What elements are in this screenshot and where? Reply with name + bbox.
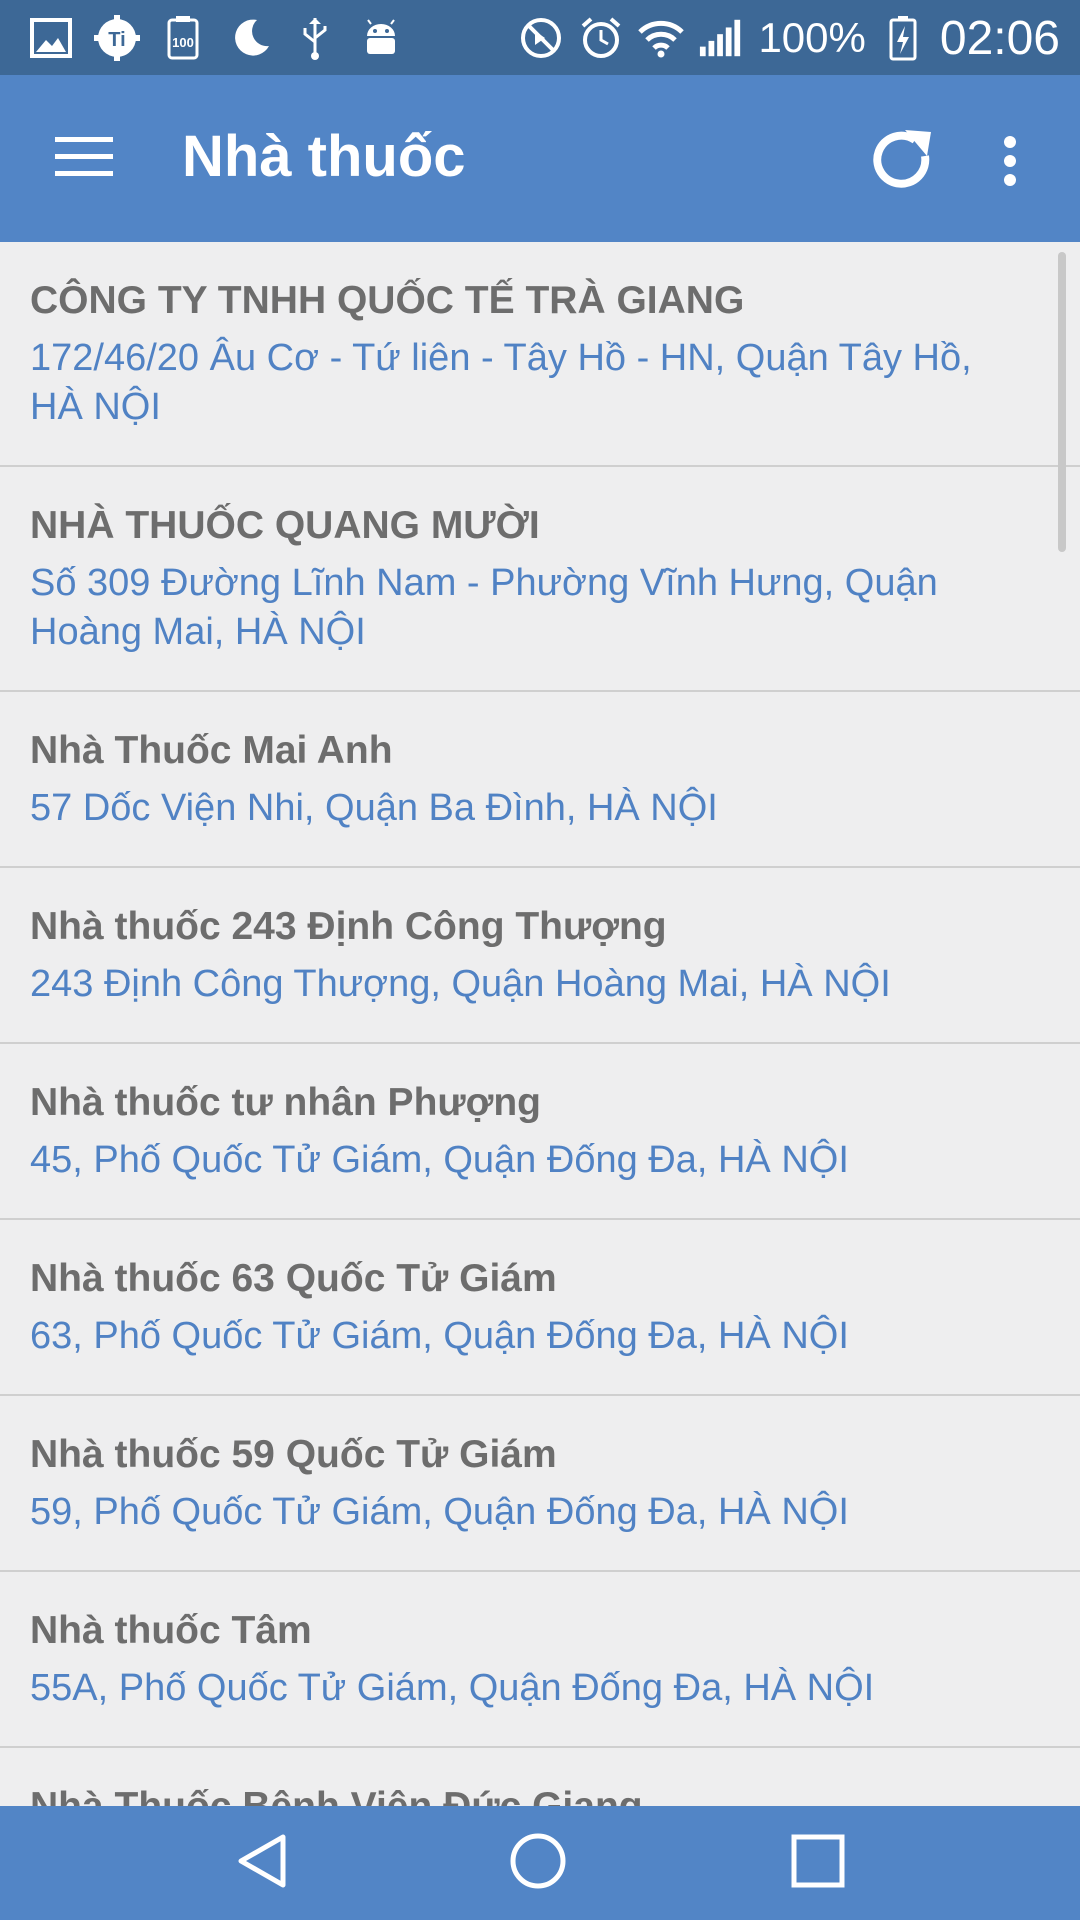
pharmacy-address: 57 Dốc Viện Nhi, Quận Ba Đình, HÀ NỘI (30, 787, 718, 829)
pharmacy-address: 172/46/20 Âu Cơ - Tứ liên - Tây Hồ - HN,… (30, 337, 972, 428)
pharmacy-name: Nhà thuốc 59 Quốc Tử Giám (30, 1433, 557, 1476)
battery-percent: 100% (758, 14, 866, 61)
storage-100-icon: 100 (160, 15, 206, 61)
back-icon (235, 1833, 289, 1894)
scrollbar[interactable] (1058, 252, 1066, 552)
list-item[interactable]: Nhà thuốc 59 Quốc Tử Giám 59, Phố Quốc T… (0, 1396, 1080, 1572)
app-bar: Nhà thuốc (0, 75, 1080, 242)
image-icon (28, 15, 74, 61)
wifi-icon (638, 15, 685, 61)
back-button[interactable] (212, 1821, 312, 1905)
list-item[interactable]: CÔNG TY TNHH QUỐC TẾ TRÀ GIANG 172/46/20… (0, 242, 1080, 467)
notification-icons: Ti 100 (28, 10, 404, 65)
hamburger-menu-icon (55, 135, 113, 184)
recents-button[interactable] (768, 1821, 868, 1905)
more-vertical-icon (1003, 135, 1017, 192)
pharmacy-address: 63, Phố Quốc Tử Giám, Quận Đống Đa, HÀ N… (30, 1315, 849, 1357)
navigation-bar (0, 1806, 1080, 1920)
pharmacy-name: Nhà thuốc 243 Định Công Thượng (30, 905, 667, 948)
ti-app-icon: Ti (94, 14, 140, 61)
battery-charging-icon (880, 15, 926, 61)
list-item[interactable]: NHÀ THUỐC QUANG MƯỜI Số 309 Đường Lĩnh N… (0, 467, 1080, 692)
pharmacy-name: Nhà Thuốc Mai Anh (30, 729, 393, 772)
recents-icon (791, 1834, 845, 1893)
list-item[interactable]: Nhà thuốc 63 Quốc Tử Giám 63, Phố Quốc T… (0, 1220, 1080, 1396)
moon-icon (226, 15, 272, 61)
home-icon (509, 1832, 567, 1895)
refresh-icon (867, 126, 937, 201)
svg-text:100: 100 (172, 35, 194, 50)
usb-icon (292, 15, 338, 61)
pharmacy-address: 55A, Phố Quốc Tử Giám, Quận Đống Đa, HÀ … (30, 1667, 875, 1709)
clock: 02:06 (939, 11, 1060, 65)
pharmacy-name: NHÀ THUỐC QUANG MƯỜI (30, 504, 540, 547)
pharmacy-address: Số 309 Đường Lĩnh Nam - Phường Vĩnh Hưng… (30, 562, 938, 653)
pharmacy-list[interactable]: CÔNG TY TNHH QUỐC TẾ TRÀ GIANG 172/46/20… (0, 242, 1080, 1806)
android-icon (358, 15, 404, 61)
pharmacy-address: 59, Phố Quốc Tử Giám, Quận Đống Đa, HÀ N… (30, 1491, 849, 1533)
more-options-button[interactable] (980, 119, 1040, 207)
menu-button[interactable] (44, 125, 124, 193)
pharmacy-name: Nhà thuốc Tâm (30, 1609, 312, 1652)
page-title: Nhà thuốc (182, 124, 466, 189)
alarm-icon (578, 15, 624, 61)
pharmacy-name: Nhà Thuốc Bệnh Viện Đức Giang (30, 1782, 1050, 1806)
list-item[interactable]: Nhà thuốc tư nhân Phượng 45, Phố Quốc Tử… (0, 1044, 1080, 1220)
pharmacy-name: Nhà thuốc tư nhân Phượng (30, 1081, 541, 1124)
svg-text:Ti: Ti (108, 29, 125, 51)
list-item[interactable]: Nhà thuốc Tâm 55A, Phố Quốc Tử Giám, Quậ… (0, 1572, 1080, 1748)
list-item[interactable]: Nhà Thuốc Mai Anh 57 Dốc Viện Nhi, Quận … (0, 692, 1080, 868)
no-sound-icon (518, 15, 564, 61)
list-item[interactable]: Nhà Thuốc Bệnh Viện Đức Giang (0, 1748, 1080, 1806)
signal-icon (698, 15, 744, 61)
status-bar: Ti 100 100% 02:06 (0, 0, 1080, 75)
home-button[interactable] (488, 1821, 588, 1905)
refresh-button[interactable] (858, 119, 946, 207)
pharmacy-name: Nhà thuốc 63 Quốc Tử Giám (30, 1257, 557, 1300)
system-indicators: 100% 02:06 (518, 8, 1060, 68)
list-item[interactable]: Nhà thuốc 243 Định Công Thượng 243 Định … (0, 868, 1080, 1044)
pharmacy-address: 45, Phố Quốc Tử Giám, Quận Đống Đa, HÀ N… (30, 1139, 849, 1181)
pharmacy-name: CÔNG TY TNHH QUỐC TẾ TRÀ GIANG (30, 279, 745, 322)
pharmacy-address: 243 Định Công Thượng, Quận Hoàng Mai, HÀ… (30, 963, 891, 1005)
